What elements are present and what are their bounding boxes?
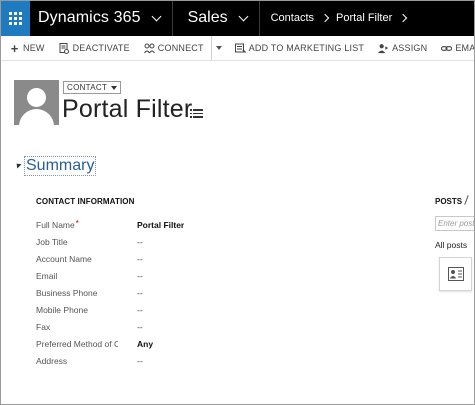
field-label-job-title: Job Title [36,237,68,247]
plus-icon: + [10,40,19,56]
marketing-list-icon [234,43,246,54]
field-label-business-phone: Business Phone [36,288,98,298]
field-value-address[interactable]: -- [137,356,143,366]
field-label-account-name: Account Name [36,254,92,264]
assign-icon [378,43,389,54]
deactivate-icon [59,42,70,54]
all-posts-filter[interactable]: All posts [435,240,467,250]
contact-information-title: CONTACT INFORMATION [36,197,135,206]
new-button[interactable]: + NEW [0,36,50,60]
entity-label: CONTACT [67,83,108,92]
field-value-full-name[interactable]: Portal Filter [137,220,184,230]
field-label-address: Address [36,356,68,366]
field-value-account-name[interactable]: -- [137,254,143,264]
collapse-section-icon[interactable] [14,161,22,169]
field-value-email[interactable]: -- [137,271,143,281]
app-switcher[interactable]: Dynamics 365 [30,0,173,36]
required-indicator: * [75,220,79,228]
field-label-email: Email [36,271,58,281]
area-switcher[interactable]: Sales [173,0,260,36]
connect-icon [143,43,155,54]
assign-button[interactable]: ASSIGN [369,36,432,60]
app-name: Dynamics 365 [38,9,141,26]
field-value-business-phone[interactable]: -- [137,288,143,298]
area-name: Sales [187,9,228,26]
breadcrumb: Contacts Portal Filter [260,0,415,36]
command-bar: + NEW DEACTIVATE CONNECT ADD TO MARKETIN… [0,36,475,61]
add-to-marketing-list-button[interactable]: ADD TO MARKETING LIST [226,36,369,60]
deactivate-button[interactable]: DEACTIVATE [50,36,135,60]
avatar[interactable] [14,80,59,125]
field-label-full-name: Full Name* [36,220,79,230]
post-input[interactable]: Enter post here [435,216,475,231]
caret-down-icon [215,46,222,50]
waffle-icon [8,11,22,25]
contact-card-button[interactable] [439,257,472,291]
field-label-fax: Fax [36,322,51,332]
field-value-fax[interactable]: -- [137,322,143,332]
posts-tab-divider [464,195,469,205]
chevron-right-icon [320,13,330,23]
field-value-job-title[interactable]: -- [137,237,143,247]
chevron-down-icon [238,11,249,21]
record-menu-icon[interactable] [190,108,203,118]
field-value-mobile-phone[interactable]: -- [137,305,143,315]
caret-down-icon [111,85,118,90]
connect-dropdown-button[interactable] [210,36,226,60]
top-nav-bar: Dynamics 365 Sales Contacts Portal Filte… [0,0,475,36]
chevron-down-icon [151,11,162,21]
field-value-preferred-method[interactable]: Any [137,339,153,349]
link-icon [441,43,453,54]
field-label-preferred-method: Preferred Method of Contact [36,339,118,349]
form-selector[interactable]: CONTACT [63,81,122,94]
breadcrumb-contacts[interactable]: Contacts [271,12,314,24]
breadcrumb-record[interactable]: Portal Filter [336,12,392,24]
summary-section-title[interactable]: Summary [24,156,97,176]
page-title: Portal Filter [62,95,193,123]
connect-button[interactable]: CONNECT [135,36,209,60]
posts-title: POSTS [435,197,463,206]
field-label-mobile-phone: Mobile Phone [36,305,88,315]
app-launcher-button[interactable] [0,0,30,36]
contact-card-icon [447,267,464,281]
email-a-link-button[interactable]: EMAIL A LINK [432,36,475,60]
chevron-right-icon[interactable] [399,13,408,23]
